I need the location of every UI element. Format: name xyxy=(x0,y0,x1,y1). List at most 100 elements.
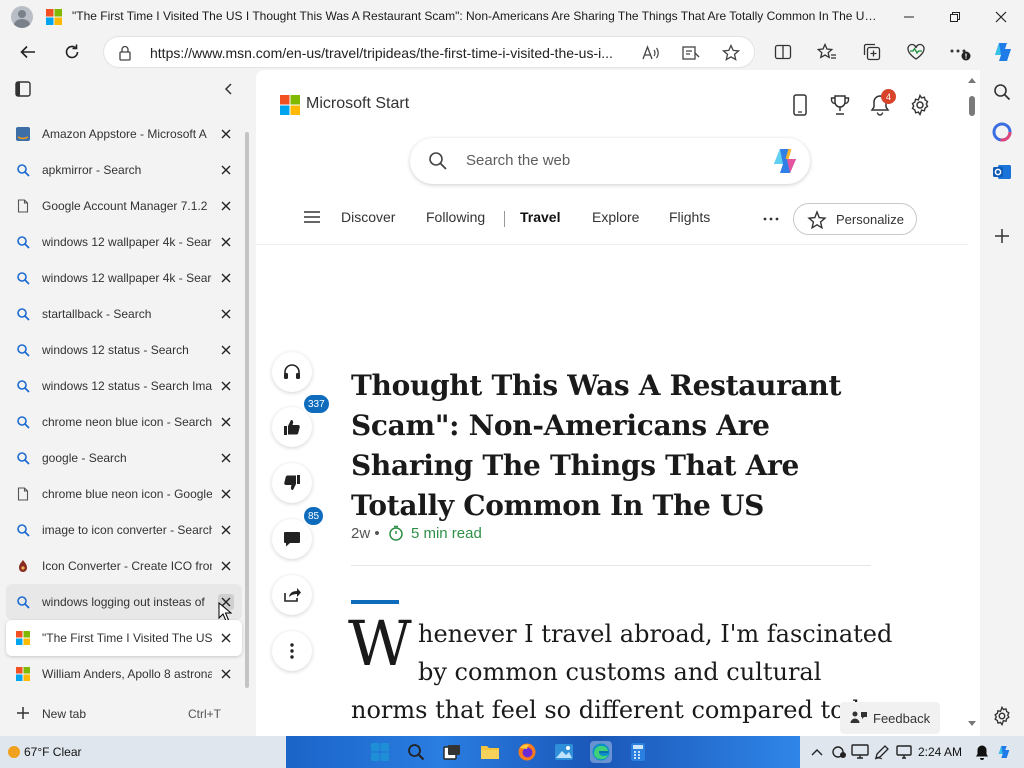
nav-explore[interactable]: Explore xyxy=(592,209,639,225)
split-screen-button[interactable] xyxy=(768,37,798,67)
profile-avatar[interactable] xyxy=(11,6,33,28)
sidebar-settings-button[interactable] xyxy=(990,704,1014,728)
tab-item[interactable]: Icon Converter - Create ICO from xyxy=(6,548,242,584)
close-tab-button[interactable] xyxy=(218,270,234,286)
scrollbar-thumb[interactable] xyxy=(969,96,975,116)
collections-button[interactable] xyxy=(857,37,887,67)
personalize-button[interactable]: Personalize xyxy=(793,203,917,235)
file-explorer-button[interactable] xyxy=(479,741,501,763)
tab-item[interactable]: William Anders, Apollo 8 astronaut xyxy=(6,656,242,692)
tab-item[interactable]: windows logging out insteas of xyxy=(6,584,242,622)
refresh-button[interactable] xyxy=(57,37,87,67)
rewards-button[interactable] xyxy=(827,92,853,118)
close-tab-button[interactable] xyxy=(218,558,234,574)
tab-item[interactable]: startallback - Search xyxy=(6,296,242,332)
hamburger-menu-button[interactable] xyxy=(303,210,321,224)
more-options-button[interactable] xyxy=(272,631,312,671)
sidebar-outlook-button[interactable] xyxy=(990,160,1014,184)
feedback-button[interactable]: Feedback xyxy=(840,702,940,734)
like-button[interactable]: 337 xyxy=(272,393,331,447)
close-window-button[interactable] xyxy=(978,0,1024,34)
tab-item[interactable]: windows 12 status - Search xyxy=(6,332,242,368)
close-tab-button[interactable] xyxy=(218,378,234,394)
notifications-button[interactable]: 4 xyxy=(867,89,896,118)
nav-following[interactable]: Following xyxy=(426,209,485,225)
settings-button[interactable] xyxy=(907,92,933,118)
nav-travel[interactable]: Travel xyxy=(520,209,560,225)
restore-button[interactable] xyxy=(932,0,978,34)
tab-item[interactable]: image to icon converter - Search xyxy=(6,512,242,548)
tray-app-icon[interactable] xyxy=(828,741,850,763)
tab-item[interactable]: chrome neon blue icon - Search xyxy=(6,404,242,440)
microsoft-logo[interactable] xyxy=(280,95,300,115)
copilot-taskbar-button[interactable] xyxy=(993,741,1015,763)
nav-flights[interactable]: Flights xyxy=(669,209,710,225)
read-aloud-button[interactable] xyxy=(641,43,661,63)
start-button[interactable] xyxy=(369,741,391,763)
tab-item[interactable]: windows 12 wallpaper 4k - Search xyxy=(6,224,242,260)
close-tab-button[interactable] xyxy=(218,342,234,358)
network-tray-icon[interactable] xyxy=(893,741,915,763)
scroll-down-arrow-icon[interactable] xyxy=(967,720,977,728)
immersive-reader-button[interactable] xyxy=(681,43,701,63)
close-tab-button[interactable] xyxy=(218,450,234,466)
close-tab-button[interactable] xyxy=(218,126,234,142)
firefox-button[interactable] xyxy=(516,741,538,763)
tab-list-scrollbar[interactable] xyxy=(245,132,249,688)
close-tab-button[interactable] xyxy=(218,306,234,322)
pen-tray-icon[interactable] xyxy=(871,741,893,763)
favorites-button[interactable] xyxy=(812,37,842,67)
web-search-box[interactable]: Search the web xyxy=(410,138,810,184)
close-tab-button[interactable] xyxy=(218,666,234,682)
close-tab-button[interactable] xyxy=(218,486,234,502)
sidebar-copilot-button[interactable] xyxy=(990,120,1014,144)
scroll-up-arrow-icon[interactable] xyxy=(967,76,977,84)
tab-item[interactable]: windows 12 wallpaper 4k - Search xyxy=(6,260,242,296)
back-button[interactable] xyxy=(13,37,43,67)
address-bar[interactable]: https://www.msn.com/en-us/travel/tripide… xyxy=(103,36,755,68)
copilot-button[interactable] xyxy=(988,37,1018,67)
weather-widget[interactable]: 67°F Clear xyxy=(8,745,82,759)
sidebar-search-button[interactable] xyxy=(990,80,1014,104)
close-tab-button[interactable] xyxy=(218,198,234,214)
edge-taskbar-button[interactable] xyxy=(590,741,612,763)
browser-essentials-button[interactable] xyxy=(901,37,931,67)
close-tab-button[interactable] xyxy=(218,162,234,178)
page-scrollbar[interactable] xyxy=(966,74,978,734)
taskbar-clock[interactable]: 2:24 AM xyxy=(918,745,962,759)
brand-name[interactable]: Microsoft Start xyxy=(306,95,409,113)
tab-actions-button[interactable] xyxy=(14,80,32,98)
nav-discover[interactable]: Discover xyxy=(341,209,395,225)
share-button[interactable] xyxy=(272,575,312,615)
listen-button[interactable] xyxy=(272,352,312,392)
collapse-pane-button[interactable] xyxy=(222,82,236,96)
tab-item[interactable]: windows 12 status - Search Images xyxy=(6,368,242,404)
comments-button[interactable]: 85 xyxy=(272,505,326,559)
tab-item[interactable]: chrome blue neon icon - Google xyxy=(6,476,242,512)
tab-item[interactable]: google - Search xyxy=(6,440,242,476)
mobile-app-button[interactable] xyxy=(787,92,813,118)
favorite-button[interactable] xyxy=(721,43,741,63)
notification-center-button[interactable] xyxy=(971,741,993,763)
settings-more-button[interactable] xyxy=(945,37,975,67)
new-tab-button[interactable]: New tab Ctrl+T xyxy=(6,696,242,732)
task-view-button[interactable] xyxy=(441,741,463,763)
photos-button[interactable] xyxy=(553,741,575,763)
sidebar-add-button[interactable] xyxy=(990,224,1014,248)
close-tab-button[interactable] xyxy=(218,234,234,250)
close-tab-button[interactable] xyxy=(218,414,234,430)
dislike-button[interactable] xyxy=(272,463,312,503)
tab-item[interactable]: apkmirror - Search xyxy=(6,152,242,188)
copilot-icon[interactable] xyxy=(770,147,800,175)
display-tray-icon[interactable] xyxy=(849,741,871,763)
taskbar-search-button[interactable] xyxy=(405,741,427,763)
show-hidden-icons-button[interactable] xyxy=(806,741,828,763)
tab-item[interactable]: Google Account Manager 7.1.2 xyxy=(6,188,242,224)
minimize-button[interactable] xyxy=(886,0,932,34)
search-placeholder[interactable]: Search the web xyxy=(466,152,570,169)
tab-item-active[interactable]: "The First Time I Visited The US I xyxy=(6,620,242,656)
calculator-button[interactable] xyxy=(627,741,649,763)
tab-item[interactable]: Amazon Appstore - Microsoft A xyxy=(6,116,242,152)
lock-icon[interactable] xyxy=(118,45,132,61)
url-text[interactable]: https://www.msn.com/en-us/travel/tripide… xyxy=(150,45,635,61)
